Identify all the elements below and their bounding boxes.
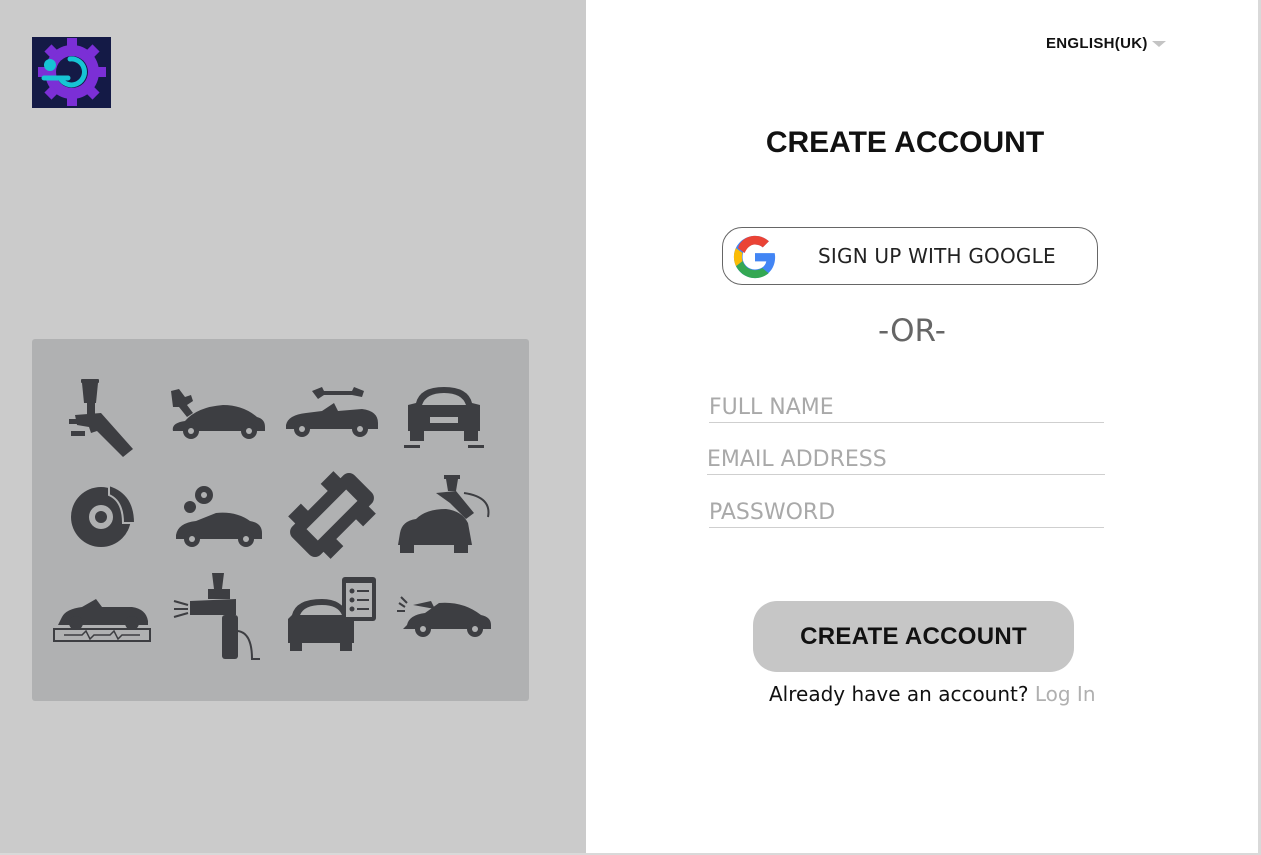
car-checklist-icon bbox=[288, 577, 376, 651]
google-icon bbox=[733, 235, 776, 279]
email-field[interactable] bbox=[707, 444, 1105, 475]
services-illustration bbox=[32, 339, 529, 701]
language-selector[interactable]: ENGLISH(UK) bbox=[1046, 35, 1166, 52]
password-field[interactable] bbox=[709, 497, 1104, 528]
gear-power-logo-icon bbox=[38, 38, 106, 106]
page-title: CREATE ACCOUNT bbox=[765, 126, 1045, 159]
google-signup-button[interactable]: SIGN UP WITH GOOGLE bbox=[722, 227, 1098, 285]
car-front-alignment-icon bbox=[404, 387, 484, 448]
convertible-diagnostic-icon bbox=[53, 599, 151, 642]
car-chassis-icon bbox=[288, 471, 376, 559]
car-gears-icon bbox=[176, 486, 262, 547]
paint-gun-icon bbox=[173, 573, 260, 660]
convertible-wrench-icon bbox=[286, 387, 378, 437]
login-link[interactable]: Log In bbox=[1035, 682, 1096, 706]
create-account-button[interactable]: CREATE ACCOUNT bbox=[753, 601, 1074, 672]
left-panel bbox=[0, 0, 586, 855]
google-button-label: SIGN UP WITH GOOGLE bbox=[818, 244, 1056, 268]
car-repair-wrench-icon bbox=[171, 389, 265, 439]
full-name-field[interactable] bbox=[709, 392, 1104, 423]
brake-disc-icon bbox=[71, 483, 137, 547]
car-paint-spray-icon bbox=[398, 475, 490, 553]
login-prompt: Already have an account? Log In bbox=[769, 682, 1096, 706]
language-label: ENGLISH(UK) bbox=[1046, 35, 1148, 52]
already-have-account-text: Already have an account? bbox=[769, 682, 1029, 706]
car-open-hood-icon bbox=[397, 596, 491, 637]
spray-gun-icon bbox=[69, 379, 133, 457]
app-logo[interactable] bbox=[32, 37, 111, 108]
or-divider: -OR- bbox=[878, 313, 946, 349]
chevron-down-icon bbox=[1151, 40, 1166, 47]
